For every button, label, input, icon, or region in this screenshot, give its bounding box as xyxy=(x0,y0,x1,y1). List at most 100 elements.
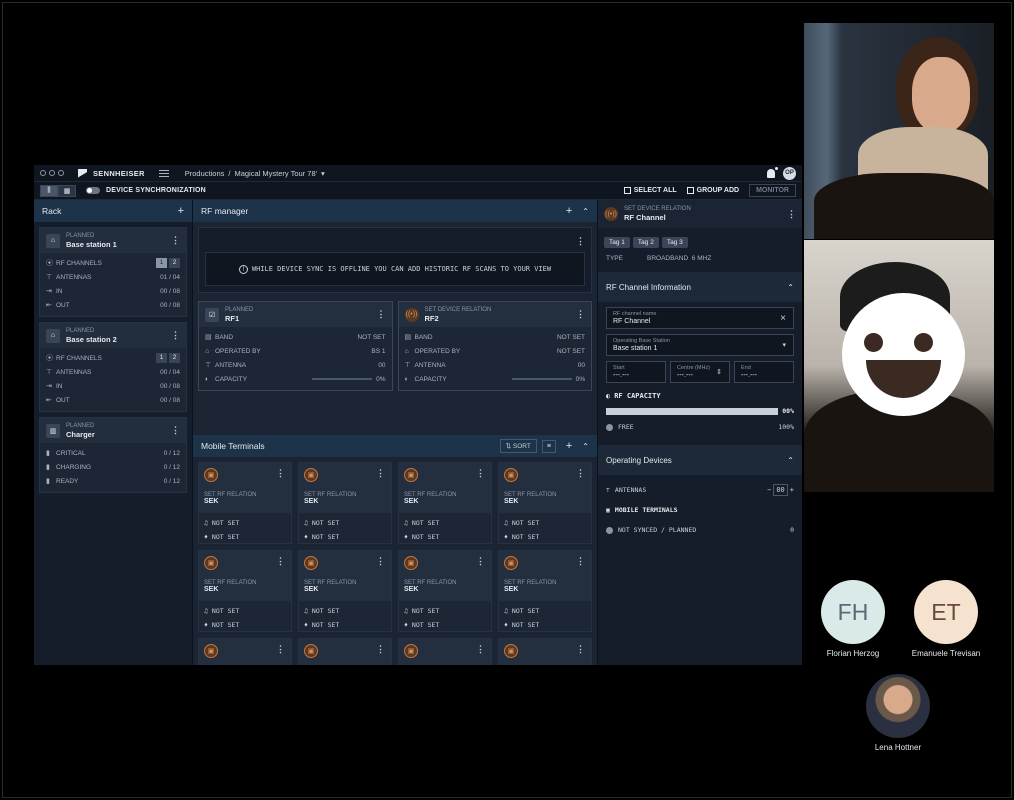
notification-bell-icon[interactable] xyxy=(767,166,778,178)
operating-base-station-select[interactable]: Operating Base Station Base station 1 ▾ xyxy=(606,334,794,356)
rf-channel-pill[interactable]: 1 xyxy=(156,258,167,268)
end-frequency-field[interactable]: End ---.--- xyxy=(734,361,794,383)
window-dot-1[interactable] xyxy=(40,170,46,176)
participant-tile-lh[interactable]: Lena Hottner xyxy=(850,674,946,752)
more-options-icon[interactable]: ⋮ xyxy=(576,556,585,567)
more-options-icon[interactable]: ⋮ xyxy=(276,468,285,479)
headphones-icon: ♫ xyxy=(304,607,308,615)
mobile-terminal-card[interactable]: ▣ ⋮ xyxy=(398,638,492,665)
more-options-icon[interactable]: ⋮ xyxy=(476,556,485,567)
charger-icon: ▥ xyxy=(46,423,60,438)
mobile-terminal-card[interactable]: ▣ ⋮ SET RF RELATION SEK ♫ NOT SET ♦ NOT SET xyxy=(198,550,292,632)
rf-channel-info-header[interactable]: RF Channel Information ⌃ xyxy=(598,272,802,302)
filter-icon[interactable]: ≡ xyxy=(541,439,556,453)
grid-view-icon[interactable]: ▦ xyxy=(58,184,76,197)
rf-channel-card[interactable]: ☑ PLANNED RF1 ⋮ ▤ BAND NOT SET ⌂ OPERATED B… xyxy=(198,301,393,391)
more-options-icon[interactable]: ⋮ xyxy=(376,556,385,567)
participant-tile-fh[interactable]: FH Florian Herzog xyxy=(805,580,901,658)
decrement-icon[interactable]: − xyxy=(767,486,771,494)
base-station-card[interactable]: ⌂ PLANNED Base station 2 ⋮ ⦿ RF CHANNELS … xyxy=(39,322,187,412)
clear-icon[interactable]: × xyxy=(780,313,786,324)
rf-channel-card[interactable]: ((•)) SET DEVICE RELATION RF2 ⋮ ▤ BAND NOT… xyxy=(397,301,592,391)
more-options-icon[interactable]: ⋮ xyxy=(276,644,285,655)
station-name: Base station 2 xyxy=(66,334,117,344)
increment-icon[interactable]: + xyxy=(790,486,794,494)
breadcrumb-current[interactable]: Magical Mystery Tour 78' xyxy=(234,169,317,178)
participant-video-2 xyxy=(804,240,994,492)
tag-chip[interactable]: Tag 1 xyxy=(604,237,630,248)
window-dot-3[interactable] xyxy=(58,170,64,176)
spinner-icon[interactable]: ⇕ xyxy=(716,368,722,376)
collapse-chevron-icon[interactable]: ⌃ xyxy=(582,442,589,451)
checkbox-icon[interactable]: ☑ xyxy=(205,307,219,322)
breadcrumb-dropdown-icon[interactable]: ▾ xyxy=(321,169,325,178)
add-rf-channel-icon[interactable]: + xyxy=(566,205,572,217)
row-label: OUT xyxy=(56,396,70,404)
stepper-value[interactable]: 00 xyxy=(773,484,788,496)
more-options-icon[interactable]: ⋮ xyxy=(576,236,585,247)
more-options-icon[interactable]: ⋮ xyxy=(576,309,585,320)
add-terminal-icon[interactable]: + xyxy=(566,440,572,452)
collapse-chevron-icon[interactable]: ⌃ xyxy=(787,283,794,292)
mobile-terminal-icon: ▣ xyxy=(404,556,418,570)
collapse-chevron-icon[interactable]: ⌃ xyxy=(787,456,794,465)
more-options-icon[interactable]: ⋮ xyxy=(171,330,180,341)
rf-channel-name-field[interactable]: RF channel name RF Channel × xyxy=(606,307,794,329)
window-controls[interactable] xyxy=(40,170,64,176)
more-options-icon[interactable]: ⋮ xyxy=(787,209,796,220)
antennas-stepper[interactable]: − 00 + xyxy=(767,484,794,496)
device-sync-toggle[interactable] xyxy=(86,187,100,194)
terminal-mic-value: NOT SET xyxy=(511,533,540,541)
hamburger-menu-icon[interactable] xyxy=(158,169,169,177)
mobile-terminal-card[interactable]: ▣ ⋮ xyxy=(198,638,292,665)
sort-button[interactable]: ⇅ SORT xyxy=(499,439,537,453)
dropdown-arrow-icon[interactable]: ▾ xyxy=(782,341,786,349)
rf-channel-pill[interactable]: 1 xyxy=(156,353,167,363)
user-avatar[interactable]: OP xyxy=(783,166,796,180)
mobile-terminal-card[interactable]: ▣ ⋮ SET RF RELATION SEK ♫ NOT SET ♦ NOT SET xyxy=(398,550,492,632)
monitor-button[interactable]: MONITOR xyxy=(749,184,796,197)
mobile-terminal-card[interactable]: ▣ ⋮ SET RF RELATION SEK ♫ NOT SET ♦ NOT SET xyxy=(298,462,392,544)
more-options-icon[interactable]: ⋮ xyxy=(276,556,285,567)
microphone-icon: ♦ xyxy=(504,621,508,629)
participant-tile-et[interactable]: ET Emanuele Trevisan xyxy=(898,580,994,658)
more-options-icon[interactable]: ⋮ xyxy=(476,468,485,479)
mobile-terminal-card[interactable]: ▣ ⋮ SET RF RELATION SEK ♫ NOT SET ♦ NOT SET xyxy=(398,462,492,544)
mobile-terminal-card[interactable]: ▣ ⋮ SET RF RELATION SEK ♫ NOT SET ♦ NOT SET xyxy=(298,550,392,632)
collapse-chevron-icon[interactable]: ⌃ xyxy=(582,207,589,216)
group-add-button[interactable]: GROUP ADD xyxy=(686,187,739,194)
base-station-card[interactable]: ⌂ PLANNED Base station 1 ⋮ ⦿ RF CHANNELS … xyxy=(39,227,187,317)
more-options-icon[interactable]: ⋮ xyxy=(171,425,180,436)
mobile-terminal-icon: ▣ xyxy=(204,556,218,570)
more-options-icon[interactable]: ⋮ xyxy=(171,235,180,246)
rf-channel-pill[interactable]: 2 xyxy=(169,258,180,268)
mobile-terminal-card[interactable]: ▣ ⋮ SET RF RELATION SEK ♫ NOT SET ♦ NOT SET xyxy=(498,550,592,632)
columns-view-icon[interactable]: ⫼ xyxy=(40,184,58,197)
mobile-terminal-card[interactable]: ▣ ⋮ SET RF RELATION SEK ♫ NOT SET ♦ NOT SET xyxy=(198,462,292,544)
free-indicator-icon xyxy=(606,423,613,431)
more-options-icon[interactable]: ⋮ xyxy=(377,309,386,320)
select-all-button[interactable]: SELECT ALL xyxy=(623,187,677,194)
row-label: IN xyxy=(56,287,63,295)
mobile-terminal-card[interactable]: ▣ ⋮ xyxy=(498,638,592,665)
tag-chip[interactable]: Tag 2 xyxy=(632,237,659,248)
more-options-icon[interactable]: ⋮ xyxy=(376,644,385,655)
tag-chip[interactable]: Tag 3 xyxy=(661,237,688,248)
mobile-terminals-grid: ▣ ⋮ SET RF RELATION SEK ♫ NOT SET ♦ NOT SET ▣ ⋮ SE… xyxy=(198,462,592,665)
more-options-icon[interactable]: ⋮ xyxy=(376,468,385,479)
terminal-mic-value: NOT SET xyxy=(311,533,340,541)
breadcrumb-productions[interactable]: Productions xyxy=(185,169,225,178)
start-frequency-field[interactable]: Start ---.--- xyxy=(606,361,666,383)
mobile-terminal-card[interactable]: ▣ ⋮ xyxy=(298,638,392,665)
mobile-terminal-card[interactable]: ▣ ⋮ SET RF RELATION SEK ♫ NOT SET ♦ NOT SET xyxy=(498,462,592,544)
more-options-icon[interactable]: ⋮ xyxy=(576,644,585,655)
more-options-icon[interactable]: ⋮ xyxy=(476,644,485,655)
more-options-icon[interactable]: ⋮ xyxy=(576,468,585,479)
window-dot-2[interactable] xyxy=(49,170,55,176)
smiley-face-overlay-icon xyxy=(842,293,965,416)
charger-card[interactable]: ▥ PLANNED Charger ⋮ ▮ CRITICAL 0 / 12 ▮ CHA… xyxy=(39,417,187,493)
operating-devices-header[interactable]: Operating Devices ⌃ xyxy=(598,445,802,475)
add-rack-icon[interactable]: + xyxy=(178,205,184,217)
centre-frequency-field[interactable]: Centre (MHz) ---.--- ⇕ xyxy=(670,361,730,383)
rf-channel-pill[interactable]: 2 xyxy=(169,353,180,363)
